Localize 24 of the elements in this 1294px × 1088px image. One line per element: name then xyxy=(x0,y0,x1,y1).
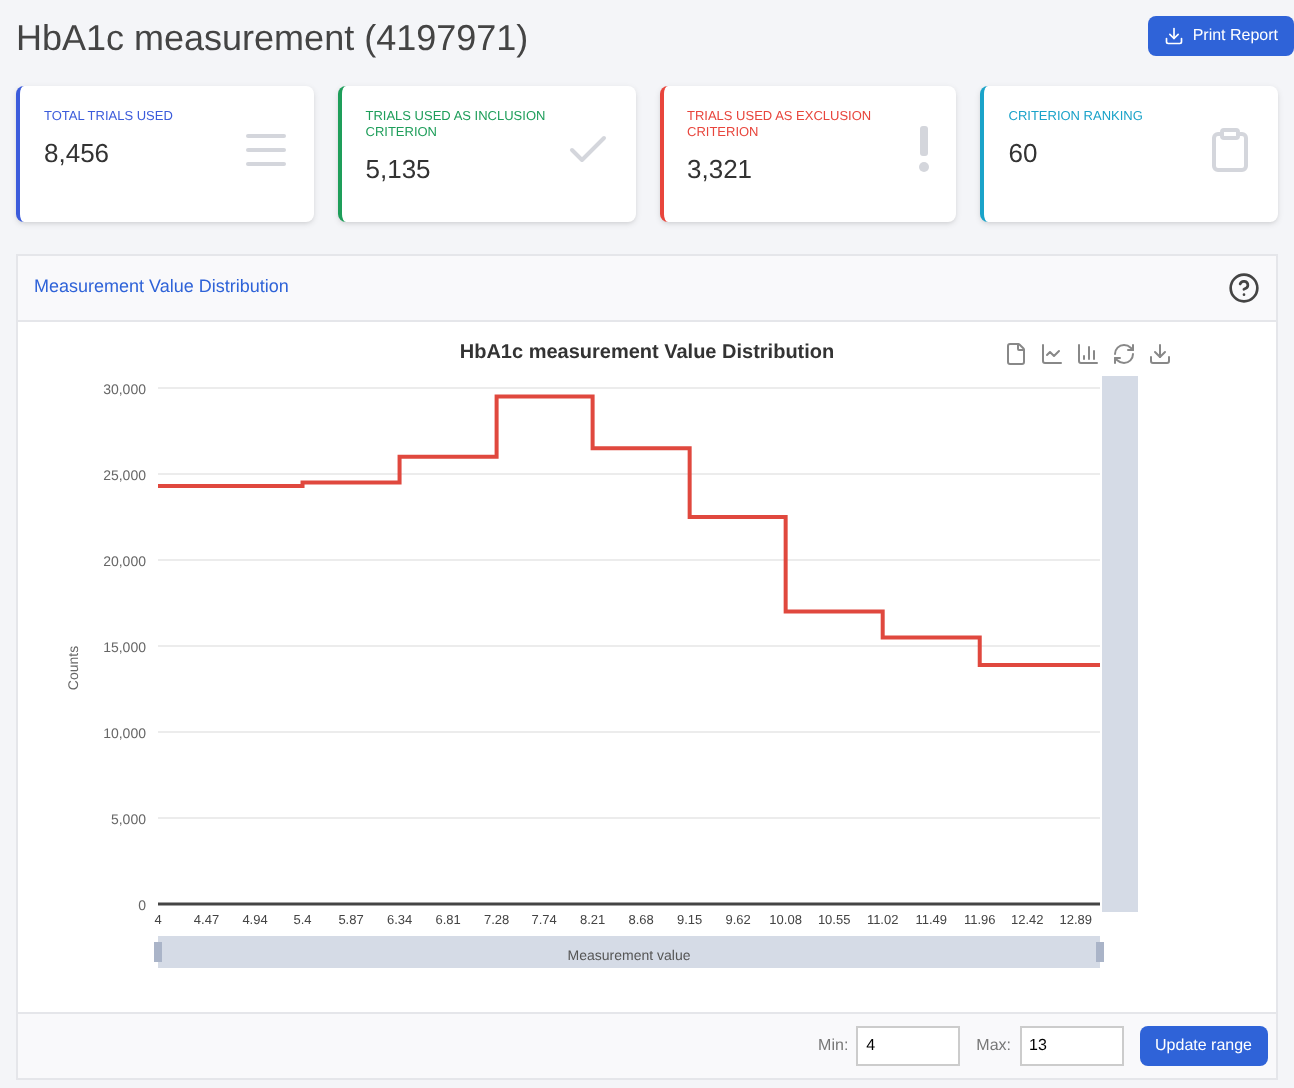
horizontal-zoom-slider[interactable] xyxy=(154,935,1104,967)
max-field[interactable]: 13 xyxy=(1019,1025,1124,1065)
print-report-button[interactable]: Print Report xyxy=(1148,16,1294,56)
vertical-zoom-slider[interactable] xyxy=(1102,375,1138,911)
exclamation-icon xyxy=(916,125,933,173)
update-range-button[interactable]: Update range xyxy=(1139,1025,1268,1065)
download-icon[interactable] xyxy=(1148,341,1172,365)
refresh-icon[interactable] xyxy=(1112,341,1136,365)
stat-value: 5,135 xyxy=(365,151,433,188)
bar-chart-icon[interactable] xyxy=(1076,341,1100,365)
stat-value: 3,321 xyxy=(687,151,755,188)
page-title: HbA1c measurement (4197971) xyxy=(16,16,529,61)
min-field[interactable]: 4 xyxy=(856,1025,961,1065)
file-icon[interactable] xyxy=(1004,341,1028,365)
clipboard-icon xyxy=(1206,125,1254,173)
max-label: Max: xyxy=(976,1033,1012,1057)
stat-value: 8,456 xyxy=(44,135,112,172)
line-chart-icon[interactable] xyxy=(1040,341,1064,365)
panel-title: Measurement Value Distribution xyxy=(34,273,289,300)
help-icon[interactable] xyxy=(1228,271,1260,303)
chart-title: HbA1c measurement Value Distribution xyxy=(459,339,835,367)
min-label: Min: xyxy=(818,1033,849,1057)
download-icon xyxy=(1164,26,1185,46)
stat-value: 60 xyxy=(1008,135,1040,172)
